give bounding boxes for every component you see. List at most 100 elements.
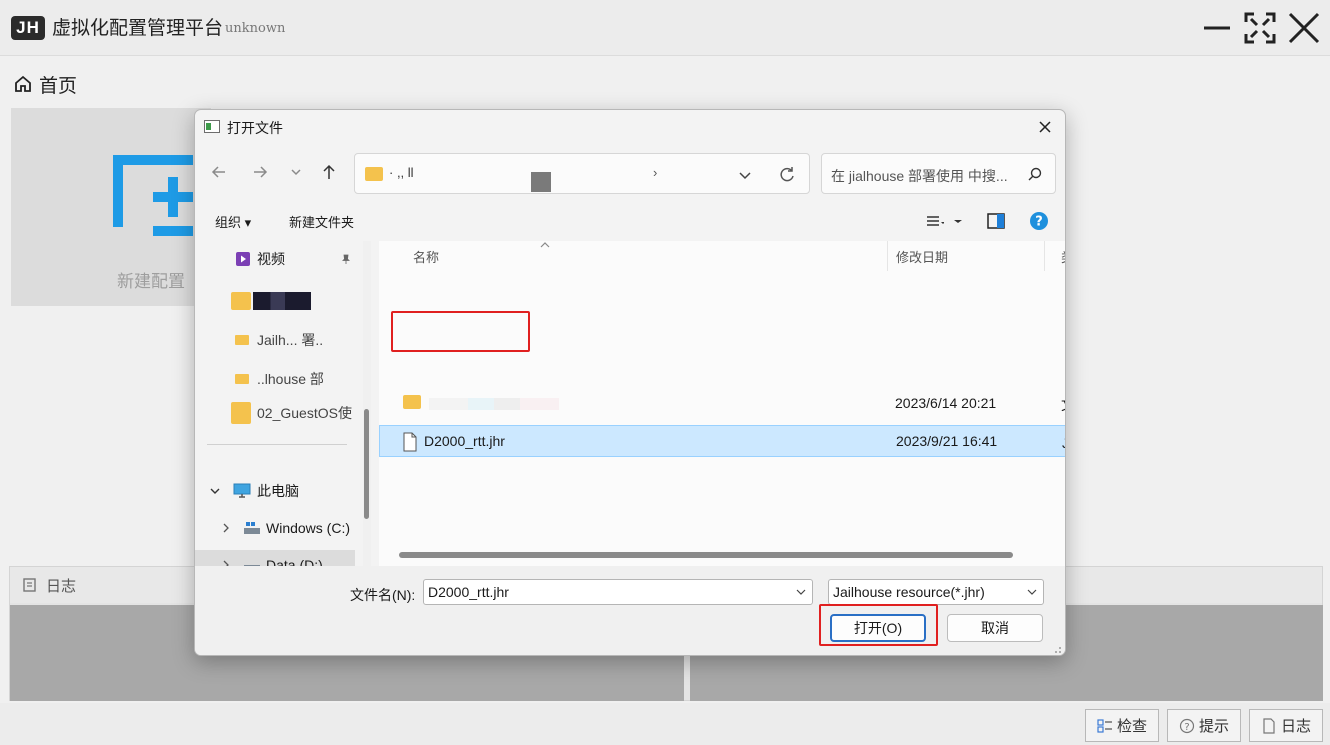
navigation-pane: 视频 Jailh... 署.. ..lhouse 部 02_GuestOS使 此…	[195, 241, 372, 566]
new-folder-button[interactable]: 新建文件夹	[289, 212, 354, 231]
nav-item-label: 02_GuestOS使	[257, 405, 352, 421]
chevron-down-icon[interactable]	[1027, 587, 1037, 597]
tab-home-label: 首页	[39, 75, 78, 97]
folder-icon	[231, 292, 251, 310]
tab-home[interactable]: 首页	[13, 70, 77, 98]
search-placeholder: 在 jialhouse 部署使用 中搜...	[831, 168, 1008, 184]
hint-label: 提示	[1198, 718, 1229, 735]
column-type-label: 类型	[1061, 247, 1065, 266]
view-dropdown-icon[interactable]	[948, 211, 968, 231]
chevron-right-icon[interactable]	[221, 559, 231, 566]
back-arrow-icon[interactable]	[209, 162, 229, 182]
nav-item-folder-3[interactable]: ..lhouse 部	[195, 365, 355, 393]
file-type: JHR 文件	[1062, 433, 1065, 453]
address-bar[interactable]: · ,, ll ›	[354, 153, 810, 194]
view-options-icon[interactable]	[924, 211, 944, 231]
file-name: D2000_rtt.jhr	[424, 433, 505, 449]
folder-icon	[231, 402, 251, 424]
nav-item-label: 此电脑	[257, 483, 299, 499]
drive-icon	[244, 522, 260, 534]
log-button-label: 日志	[1280, 718, 1311, 735]
column-header-name[interactable]: 名称	[405, 241, 695, 271]
open-file-dialog: 打开文件 · ,, ll › 在 jialhouse 部署使用 中搜... 组织…	[194, 109, 1066, 656]
log-icon	[23, 578, 36, 592]
app-logo: JH	[11, 16, 45, 40]
dialog-footer: 文件名(N): D2000_rtt.jhr Jailhouse resource…	[195, 566, 1065, 655]
nav-item-drive-d[interactable]: Data (D:)	[195, 550, 355, 566]
organize-menu[interactable]: 组织 ▾	[215, 212, 251, 231]
file-row-selected[interactable]: D2000_rtt.jhr 2023/9/21 16:41 JHR 文件 27	[379, 425, 1065, 457]
file-icon	[403, 432, 417, 452]
minimize-icon[interactable]	[1200, 10, 1236, 46]
recent-chevron-icon[interactable]	[286, 162, 306, 182]
nav-item-this-pc[interactable]: 此电脑	[195, 477, 355, 505]
horizontal-scrollbar[interactable]	[399, 552, 1013, 558]
cancel-button[interactable]: 取消	[947, 614, 1043, 642]
nav-scrollbar-thumb[interactable]	[364, 409, 369, 519]
up-arrow-icon[interactable]	[319, 162, 339, 182]
folder-icon	[235, 374, 249, 384]
column-date-label: 修改日期	[896, 249, 949, 265]
column-header-date[interactable]: 修改日期	[887, 241, 1045, 271]
search-icon	[1028, 167, 1042, 181]
nav-item-label: ..lhouse 部	[257, 371, 324, 387]
app-subtitle: unknown	[225, 21, 286, 36]
close-icon[interactable]	[1286, 10, 1322, 46]
nav-item-label: 视频	[257, 251, 285, 267]
resize-grip-icon[interactable]	[1052, 644, 1062, 654]
column-header-type[interactable]: 类型	[1053, 241, 1065, 271]
app-title: 虚拟化配置管理平台	[52, 18, 224, 39]
search-input[interactable]: 在 jialhouse 部署使用 中搜...	[821, 153, 1056, 194]
chevron-down-icon[interactable]	[736, 166, 754, 184]
svg-text:?: ?	[1184, 722, 1189, 733]
folder-icon	[235, 335, 249, 345]
chevron-right-icon[interactable]	[221, 522, 231, 534]
pin-icon[interactable]	[340, 253, 352, 265]
nav-item-folder-4[interactable]: 02_GuestOS使	[195, 399, 355, 427]
drive-icon	[244, 565, 260, 566]
filename-value: D2000_rtt.jhr	[428, 584, 509, 600]
document-icon	[1263, 717, 1275, 734]
filename-input[interactable]: D2000_rtt.jhr	[423, 579, 813, 605]
filetype-select[interactable]: Jailhouse resource(*.jhr)	[828, 579, 1044, 605]
nav-item-folder-1[interactable]	[195, 287, 355, 315]
nav-item-folder-2[interactable]: Jailh... 署..	[195, 326, 355, 354]
hint-icon: ?	[1179, 718, 1195, 733]
dialog-close-icon[interactable]	[1035, 117, 1055, 137]
check-button[interactable]: 检查	[1085, 709, 1159, 742]
nav-item-drive-c[interactable]: Windows (C:)	[195, 514, 355, 542]
check-label: 检查	[1116, 718, 1147, 735]
chevron-down-icon[interactable]	[209, 485, 221, 497]
new-config-label: 新建配置	[117, 272, 185, 291]
forward-arrow-icon[interactable]	[250, 162, 270, 182]
file-date: 2023/6/14 20:21	[895, 395, 997, 411]
refresh-icon[interactable]	[777, 165, 797, 185]
new-config-card[interactable]: 新建配置	[11, 108, 211, 306]
open-button[interactable]: 打开(O)	[830, 614, 926, 642]
address-tail: ›	[653, 165, 658, 180]
file-type: 文件夹	[1061, 395, 1065, 415]
video-icon	[236, 252, 250, 266]
folder-icon	[365, 167, 383, 181]
bottom-bar: 检查 ? 提示 日志	[0, 703, 1330, 745]
preview-pane-icon[interactable]	[986, 211, 1006, 231]
address-redaction	[531, 172, 551, 192]
log-button[interactable]: 日志	[1249, 709, 1323, 742]
dialog-titlebar[interactable]: 打开文件	[195, 110, 1065, 144]
chevron-down-icon[interactable]	[796, 587, 806, 597]
app-titlebar: JH 虚拟化配置管理平台 unknown	[0, 0, 1330, 56]
help-icon[interactable]: ?	[1029, 211, 1049, 231]
redacted-label	[429, 398, 559, 410]
nav-item-label: Windows (C:)	[266, 520, 351, 536]
check-icon	[1097, 718, 1112, 733]
nav-item-label: Data (D:)	[266, 557, 323, 566]
svg-text:?: ?	[1035, 215, 1043, 230]
maximize-icon[interactable]	[1242, 10, 1278, 46]
nav-divider	[207, 444, 347, 445]
hint-button[interactable]: ? 提示	[1167, 709, 1241, 742]
filetype-value: Jailhouse resource(*.jhr)	[833, 584, 985, 600]
log-title: 日志	[46, 577, 77, 595]
nav-item-label: Jailh... 署..	[257, 332, 324, 348]
file-row-folder[interactable]: 2023/6/14 20:21 文件夹	[379, 387, 1065, 419]
nav-item-video[interactable]: 视频	[195, 245, 355, 273]
